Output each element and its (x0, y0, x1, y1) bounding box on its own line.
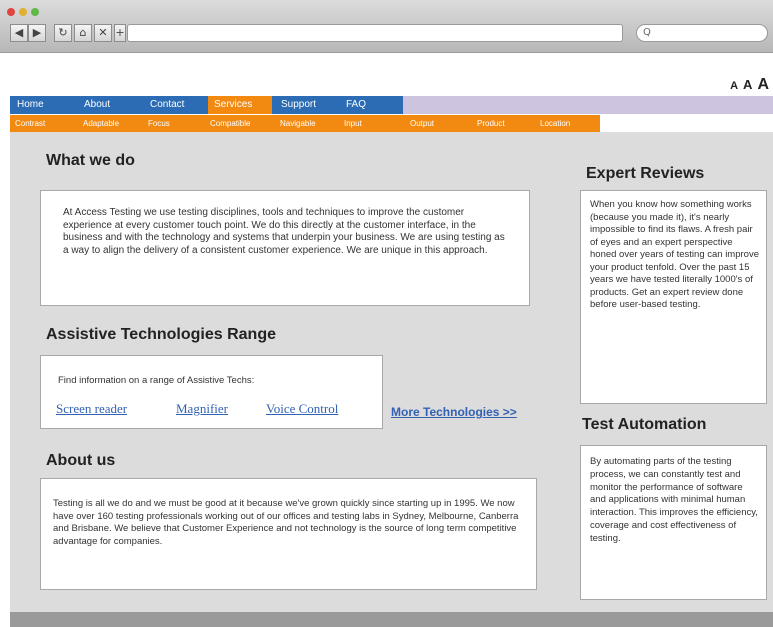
nav-home[interactable]: Home (17, 96, 44, 114)
voice-control-link[interactable]: Voice Control (266, 401, 338, 417)
nav-services[interactable]: Services (208, 96, 272, 114)
what-we-do-panel: At Access Testing we use testing discipl… (40, 190, 530, 306)
subnav-product[interactable]: Product (477, 115, 505, 132)
subnav-contrast[interactable]: Contrast (15, 115, 45, 132)
nav-support[interactable]: Support (281, 96, 316, 114)
text-size-large-button[interactable]: A (757, 76, 769, 93)
home-icon[interactable]: ⌂ (74, 24, 92, 42)
stop-icon[interactable]: ✕ (94, 24, 112, 42)
text-size-controls: AAA (725, 76, 769, 94)
subnav-adaptable[interactable]: Adaptable (83, 115, 119, 132)
subnav-output[interactable]: Output (410, 115, 434, 132)
reload-icon[interactable]: ↻ (54, 24, 72, 42)
expert-reviews-heading: Expert Reviews (586, 165, 705, 182)
forward-icon[interactable]: ▶ (28, 24, 46, 42)
what-we-do-text: At Access Testing we use testing discipl… (63, 207, 505, 256)
nav-contact[interactable]: Contact (150, 96, 184, 114)
text-size-small-button[interactable]: A (730, 80, 738, 92)
primary-nav-bar (10, 96, 403, 114)
nav-faq[interactable]: FAQ (346, 96, 366, 114)
text-size-medium-button[interactable]: A (743, 77, 752, 92)
test-automation-heading: Test Automation (582, 416, 707, 433)
add-tab-icon[interactable]: + (114, 24, 126, 42)
test-automation-text: By automating parts of the testing proce… (590, 456, 758, 544)
magnifier-link[interactable]: Magnifier (176, 401, 228, 417)
more-technologies-link[interactable]: More Technologies >> (391, 405, 517, 419)
secondary-nav: Contrast Adaptable Focus Compatible Navi… (10, 115, 600, 132)
subnav-input[interactable]: Input (344, 115, 362, 132)
subnav-navigable[interactable]: Navigable (280, 115, 316, 132)
primary-nav: Home About Contact Services Support FAQ (10, 96, 773, 114)
expert-reviews-panel: When you know how something works (becau… (580, 190, 767, 404)
browser-search-field[interactable]: Q (636, 24, 768, 42)
assistive-tech-intro: Find information on a range of Assistive… (58, 375, 255, 386)
assistive-tech-panel: Find information on a range of Assistive… (40, 355, 383, 429)
maximize-window-button[interactable] (31, 8, 39, 16)
subnav-focus[interactable]: Focus (148, 115, 170, 132)
subnav-compatible[interactable]: Compatible (210, 115, 250, 132)
browser-toolbar: ◀ ▶ ↻ ⌂ ✕ + Q (0, 0, 773, 53)
screen-reader-link[interactable]: Screen reader (56, 401, 127, 417)
address-bar[interactable] (127, 24, 623, 42)
expert-reviews-text: When you know how something works (becau… (590, 199, 759, 310)
subnav-location[interactable]: Location (540, 115, 570, 132)
about-us-text: Testing is all we do and we must be good… (53, 498, 519, 547)
page-footer (10, 612, 773, 627)
nav-about[interactable]: About (84, 96, 110, 114)
back-icon[interactable]: ◀ (10, 24, 28, 42)
assistive-tech-heading: Assistive Technologies Range (46, 326, 276, 343)
about-us-panel: Testing is all we do and we must be good… (40, 478, 537, 590)
what-we-do-heading: What we do (46, 152, 135, 169)
test-automation-panel: By automating parts of the testing proce… (580, 445, 767, 600)
minimize-window-button[interactable] (19, 8, 27, 16)
about-us-heading: About us (46, 452, 116, 469)
close-window-button[interactable] (7, 8, 15, 16)
